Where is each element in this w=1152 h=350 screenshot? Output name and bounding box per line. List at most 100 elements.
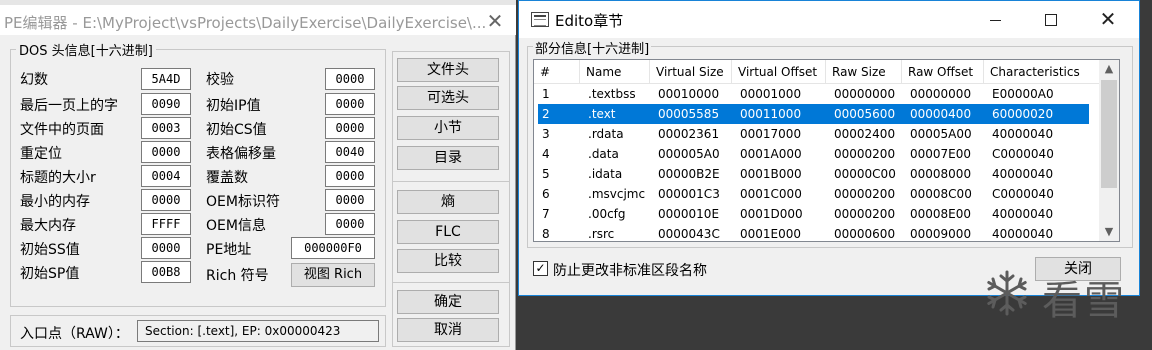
cell-raw-offset: 00008C00 — [910, 187, 972, 201]
entry-point-value: Section: [.text], EP: 0x00000423 — [137, 320, 379, 342]
cell-raw-offset: 00005A00 — [910, 127, 972, 141]
table-header: # Name Virtual Size Virtual Offset Raw S… — [534, 60, 1100, 84]
file-header-button[interactable]: 文件头 — [397, 58, 499, 82]
field-label-pe-address: PE地址 — [206, 242, 252, 258]
cell-raw-size: 00000000 — [834, 87, 896, 101]
cell-name: .msvcjmc — [588, 187, 646, 201]
cell-characteristics: C0000040 — [992, 147, 1054, 161]
scroll-up-icon[interactable]: ▲ — [1099, 60, 1119, 78]
field-label-pages-in-file: 文件中的页面 — [20, 122, 104, 138]
field-input-initial-ip[interactable]: 0000 — [325, 93, 375, 115]
field-input-oem-info[interactable]: 0000 — [325, 213, 375, 235]
maximize-icon[interactable] — [1027, 5, 1073, 33]
cell-virtual-offset: 00017000 — [740, 127, 802, 141]
cell-raw-offset: 00008000 — [910, 167, 972, 181]
cell-virtual-offset: 0001D000 — [740, 207, 803, 221]
field-input-max-alloc[interactable]: FFFF — [141, 213, 191, 235]
protect-section-names-label[interactable]: 防止更改非标准区段名称 — [553, 260, 707, 280]
flc-button[interactable]: FLC — [397, 220, 499, 244]
field-input-initial-sp[interactable]: 00B8 — [141, 261, 191, 283]
field-input-pe-address[interactable]: 000000F0 — [291, 237, 375, 259]
table-row[interactable]: 5 .idata 00000B2E 0001B000 00000C00 0000… — [538, 164, 1089, 184]
cell-virtual-size: 0000043C — [658, 227, 720, 241]
ok-button[interactable]: 确定 — [397, 290, 499, 314]
side-button-divider — [392, 181, 510, 182]
field-input-magic[interactable]: 5A4D — [141, 68, 191, 90]
minimize-icon[interactable] — [973, 5, 1019, 33]
cell-virtual-offset: 0001B000 — [740, 167, 802, 181]
cell-raw-offset: 00000400 — [910, 107, 972, 121]
scrollbar-thumb[interactable] — [1101, 80, 1117, 188]
cell-characteristics: E00000A0 — [992, 87, 1054, 101]
optional-header-button[interactable]: 可选头 — [397, 86, 499, 110]
field-label-initial-ip: 初始IP值 — [206, 98, 261, 114]
cell-index: 7 — [542, 207, 550, 221]
column-header-characteristics[interactable]: Characteristics — [984, 60, 1100, 84]
field-input-pages-in-file[interactable]: 0003 — [141, 117, 191, 139]
column-header-raw-size[interactable]: Raw Size — [826, 60, 902, 84]
cell-raw-size: 00000200 — [834, 147, 896, 161]
field-label-min-alloc: 最小的内存 — [20, 194, 90, 210]
pe-editor-title: PE编辑器 - E:\MyProject\vsProjects\DailyExe… — [4, 14, 487, 32]
directories-button[interactable]: 目录 — [397, 146, 499, 170]
field-input-overlay-number[interactable]: 0000 — [325, 165, 375, 187]
table-row[interactable]: 6 .msvcjmc 000001C3 0001C000 00000200 00… — [538, 184, 1089, 204]
table-row[interactable]: 4 .data 000005A0 0001A000 00000200 00007… — [538, 144, 1089, 164]
entropy-button[interactable]: 熵 — [397, 190, 499, 214]
cell-virtual-size: 00000B2E — [658, 167, 720, 181]
cell-name: .text — [588, 107, 616, 121]
field-input-initial-cs[interactable]: 0000 — [325, 117, 375, 139]
scroll-down-icon[interactable]: ▼ — [1099, 223, 1119, 241]
table-row[interactable]: 7 .00cfg 0000010E 0001D000 00000200 0000… — [538, 204, 1089, 224]
section-editor-window: Edito章节 ✕ 部分信息[十六进制] # Name Virtual Size… — [518, 0, 1140, 296]
field-input-header-size[interactable]: 0004 — [141, 165, 191, 187]
field-label-last-page-bytes: 最后一页上的字 — [20, 98, 118, 114]
cell-name: .rdata — [588, 127, 624, 141]
field-input-checksum[interactable]: 0000 — [325, 68, 375, 90]
field-label-header-size: 标题的大小r — [20, 170, 96, 186]
cell-index: 1 — [542, 87, 550, 101]
field-label-relocations: 重定位 — [20, 146, 62, 162]
entry-point-label: 入口点（RAW）： — [20, 326, 129, 342]
column-header-name[interactable]: Name — [580, 60, 650, 84]
protect-section-names-checkbox[interactable]: ✓ — [533, 261, 548, 276]
field-input-relocations[interactable]: 0000 — [141, 141, 191, 163]
field-label-initial-cs: 初始CS值 — [206, 122, 267, 138]
window-app-icon — [531, 12, 549, 27]
cell-virtual-size: 00010000 — [658, 87, 720, 101]
cell-name: .data — [588, 147, 619, 161]
close-icon[interactable]: ✕ — [1085, 5, 1131, 33]
cell-index: 4 — [542, 147, 550, 161]
vertical-scrollbar[interactable]: ▲ ▼ — [1099, 60, 1119, 241]
view-rich-button[interactable]: 视图 Rich — [291, 263, 375, 287]
field-label-overlay-number: 覆盖数 — [206, 170, 248, 186]
field-input-initial-ss[interactable]: 0000 — [141, 237, 191, 259]
table-row[interactable]: 3 .rdata 00002361 00017000 00002400 0000… — [538, 124, 1089, 144]
field-input-min-alloc[interactable]: 0000 — [141, 189, 191, 211]
pe-editor-titlebar[interactable]: PE编辑器 - E:\MyProject\vsProjects\DailyExe… — [0, 5, 516, 35]
table-row[interactable]: 1 .textbss 00010000 00001000 00000000 00… — [538, 84, 1089, 104]
cell-index: 3 — [542, 127, 550, 141]
cell-characteristics: C0000040 — [992, 187, 1054, 201]
compare-button[interactable]: 比较 — [397, 249, 499, 273]
cancel-button[interactable]: 取消 — [397, 318, 499, 342]
table-row-selected[interactable]: 2 .text 00005585 00011000 00005600 00000… — [538, 104, 1089, 124]
column-header-index[interactable]: # — [534, 60, 580, 84]
cell-index: 6 — [542, 187, 550, 201]
field-label-max-alloc: 最大内存 — [20, 218, 76, 234]
field-input-oem-id[interactable]: 0000 — [325, 189, 375, 211]
column-header-raw-offset[interactable]: Raw Offset — [902, 60, 984, 84]
field-label-initial-sp: 初始SP值 — [20, 266, 80, 282]
column-header-virtual-offset[interactable]: Virtual Offset — [732, 60, 826, 84]
field-input-table-offset[interactable]: 0040 — [325, 141, 375, 163]
sections-table[interactable]: # Name Virtual Size Virtual Offset Raw S… — [533, 59, 1120, 242]
column-header-virtual-size[interactable]: Virtual Size — [650, 60, 732, 84]
close-icon[interactable]: ✕ — [482, 10, 508, 32]
table-row[interactable]: 8 .rsrc 0000043C 0001E000 00000600 00009… — [538, 224, 1089, 241]
sections-button[interactable]: 小节 — [397, 116, 499, 140]
cell-name: .rsrc — [588, 227, 615, 241]
field-input-last-page-bytes[interactable]: 0090 — [141, 93, 191, 115]
cell-raw-size: 00002400 — [834, 127, 896, 141]
section-info-group-title: 部分信息[十六进制] — [533, 38, 652, 57]
section-editor-titlebar[interactable]: Edito章节 ✕ — [519, 1, 1139, 38]
